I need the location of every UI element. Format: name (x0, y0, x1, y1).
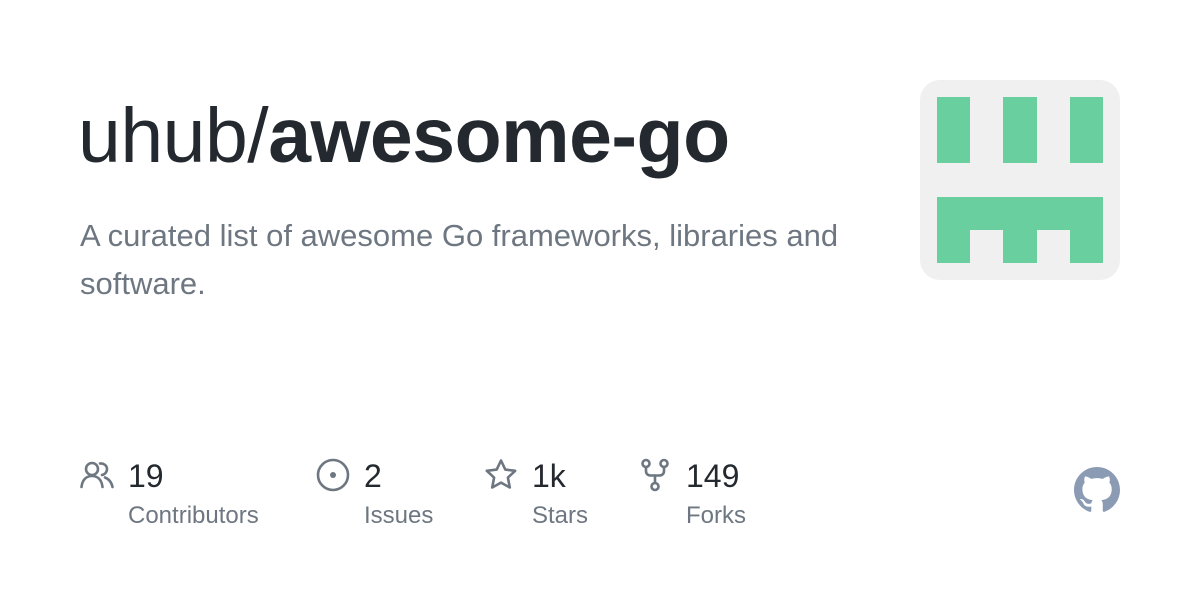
repo-description: A curated list of awesome Go frameworks,… (80, 218, 839, 301)
stars-count: 1k (532, 458, 566, 494)
contributors-count: 19 (128, 458, 164, 494)
issues-label: Issues (364, 502, 434, 529)
forks-label: Forks (686, 502, 746, 529)
repo-social-card: uhub/awesome-go A curated list of awesom… (0, 0, 1200, 600)
contributors-label: Contributors (128, 502, 259, 529)
repo-owner[interactable]: uhub/ (78, 93, 269, 179)
repo-title[interactable]: uhub/awesome-go (78, 88, 730, 184)
repo-name[interactable]: awesome-go (268, 93, 730, 179)
contributors-icon (80, 461, 114, 489)
issues-icon (316, 458, 350, 492)
identicon-image (937, 97, 1103, 263)
fork-icon (641, 458, 669, 492)
stars-label: Stars (532, 502, 589, 529)
star-icon (485, 459, 517, 489)
github-logo-icon[interactable] (1074, 467, 1120, 513)
forks-count: 149 (686, 458, 740, 494)
issues-count: 2 (364, 458, 382, 494)
repo-avatar (920, 80, 1120, 280)
